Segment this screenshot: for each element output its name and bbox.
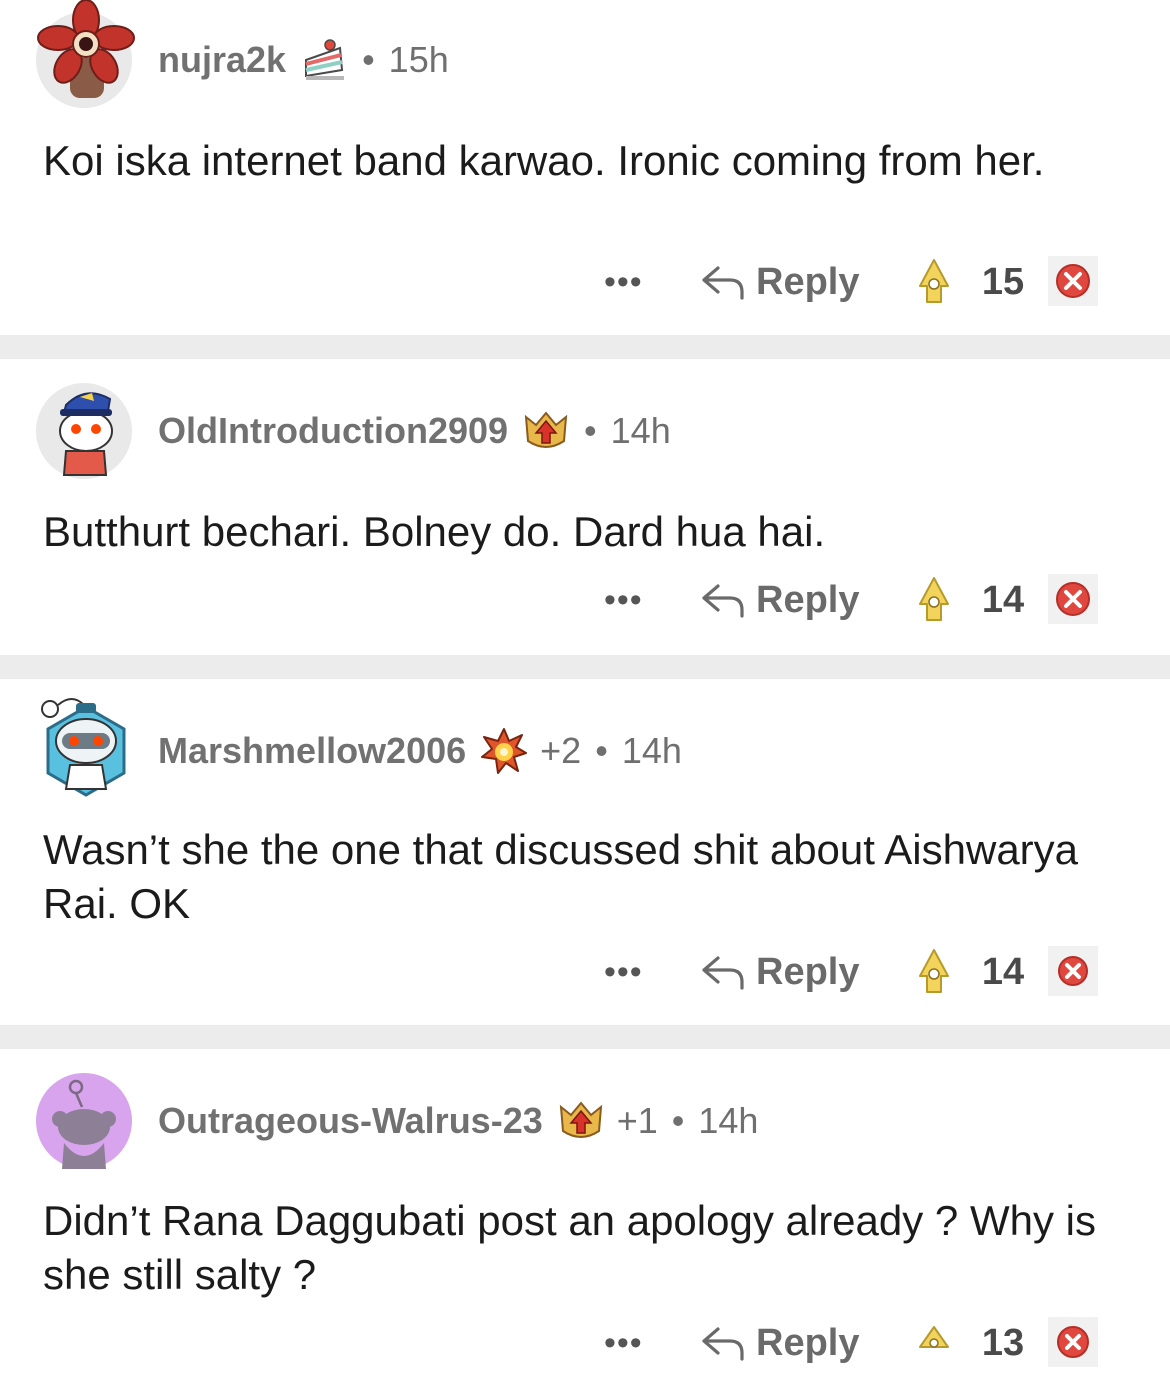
reply-arrow-icon [702, 266, 744, 300]
upvote-shield-icon [557, 1097, 605, 1145]
comment-actions: ••• Reply 15 [0, 252, 1170, 312]
vote-score: 14 [981, 578, 1025, 621]
timestamp: 15h [388, 39, 449, 80]
timestamp: 14h [698, 1100, 759, 1141]
explosion-award-icon [480, 727, 528, 775]
comment-text: Wasn’t she the one that discussed shit a… [43, 826, 1079, 927]
comment-meta: nujra2k • 15h [158, 36, 449, 84]
upvote-icon[interactable] [908, 1317, 960, 1369]
username[interactable]: Outrageous-Walrus-23 [158, 1100, 543, 1142]
vote-score: 15 [981, 260, 1025, 303]
upvote-icon[interactable] [908, 574, 960, 626]
comment-feed: nujra2k • 15h Koi iska internet band kar… [0, 0, 1170, 1380]
comment-text: Koi iska internet band karwao. Ironic co… [43, 137, 1045, 184]
comment-header: Outrageous-Walrus-23 +1 • 14h [36, 1073, 758, 1169]
avatar[interactable] [36, 383, 132, 479]
comment-divider [0, 335, 1170, 359]
timestamp: 14h [621, 730, 682, 771]
separator-dot: • [584, 410, 597, 451]
avatar[interactable] [36, 1073, 132, 1169]
comment-actions: ••• Reply 14 [0, 570, 1170, 630]
comment-header: nujra2k • 15h [36, 0, 449, 108]
reply-button[interactable]: Reply [700, 570, 859, 630]
timestamp: 14h [610, 410, 671, 451]
upvote-icon[interactable] [908, 256, 960, 308]
comment-text: Butthurt bechari. Bolney do. Dard hua ha… [43, 508, 826, 555]
comment-meta: Outrageous-Walrus-23 +1 • 14h [158, 1097, 758, 1145]
award-count: +1 [616, 1100, 658, 1141]
reply-arrow-icon [702, 584, 744, 618]
comment: nujra2k • 15h Koi iska internet band kar… [0, 0, 1170, 335]
cake-icon [300, 36, 348, 84]
comment: Marshmellow2006 +2 • 14h Wasn’t she the … [0, 679, 1170, 1025]
separator-dot: • [595, 730, 608, 771]
downvote-icon[interactable] [1048, 1317, 1098, 1367]
more-options-button[interactable]: ••• [604, 570, 643, 630]
downvote-icon[interactable] [1048, 256, 1098, 306]
reply-button[interactable]: Reply [700, 1313, 859, 1373]
reply-button[interactable]: Reply [700, 942, 859, 1002]
comment-header: OldIntroduction2909 • 14h [36, 383, 671, 479]
upvote-shield-icon [522, 407, 570, 455]
comment-divider [0, 655, 1170, 679]
comment-actions: ••• Reply 14 [0, 942, 1170, 1002]
reply-label: Reply [756, 578, 860, 621]
comment-text: Didn’t Rana Daggubati post an apology al… [43, 1197, 1096, 1298]
vote-score: 14 [981, 950, 1025, 993]
separator-dot: • [362, 39, 375, 80]
reply-label: Reply [756, 260, 860, 303]
comment-actions: ••• Reply 13 [0, 1313, 1170, 1373]
comment: OldIntroduction2909 • 14h Butthurt becha… [0, 359, 1170, 655]
avatar[interactable] [36, 0, 135, 108]
username[interactable]: nujra2k [158, 39, 286, 81]
reply-arrow-icon [702, 1327, 744, 1361]
reply-label: Reply [756, 1321, 860, 1364]
more-options-button[interactable]: ••• [604, 252, 643, 312]
more-options-button[interactable]: ••• [604, 1313, 643, 1373]
reply-arrow-icon [702, 956, 744, 990]
avatar[interactable] [36, 698, 132, 799]
comment-header: Marshmellow2006 +2 • 14h [36, 698, 682, 799]
more-options-button[interactable]: ••• [604, 942, 643, 1002]
separator-dot: • [671, 1100, 685, 1141]
vote-score: 13 [981, 1321, 1025, 1364]
comment: Outrageous-Walrus-23 +1 • 14h Didn’t Ran… [0, 1049, 1170, 1380]
downvote-icon[interactable] [1048, 946, 1098, 996]
comment-divider [0, 1025, 1170, 1049]
username[interactable]: OldIntroduction2909 [158, 410, 508, 452]
award-count: +2 [540, 730, 582, 771]
reply-label: Reply [756, 950, 860, 993]
downvote-icon[interactable] [1048, 574, 1098, 624]
username[interactable]: Marshmellow2006 [158, 730, 466, 772]
upvote-icon[interactable] [908, 946, 960, 998]
reply-button[interactable]: Reply [700, 252, 859, 312]
comment-meta: Marshmellow2006 +2 • 14h [158, 727, 682, 775]
comment-meta: OldIntroduction2909 • 14h [158, 407, 671, 455]
